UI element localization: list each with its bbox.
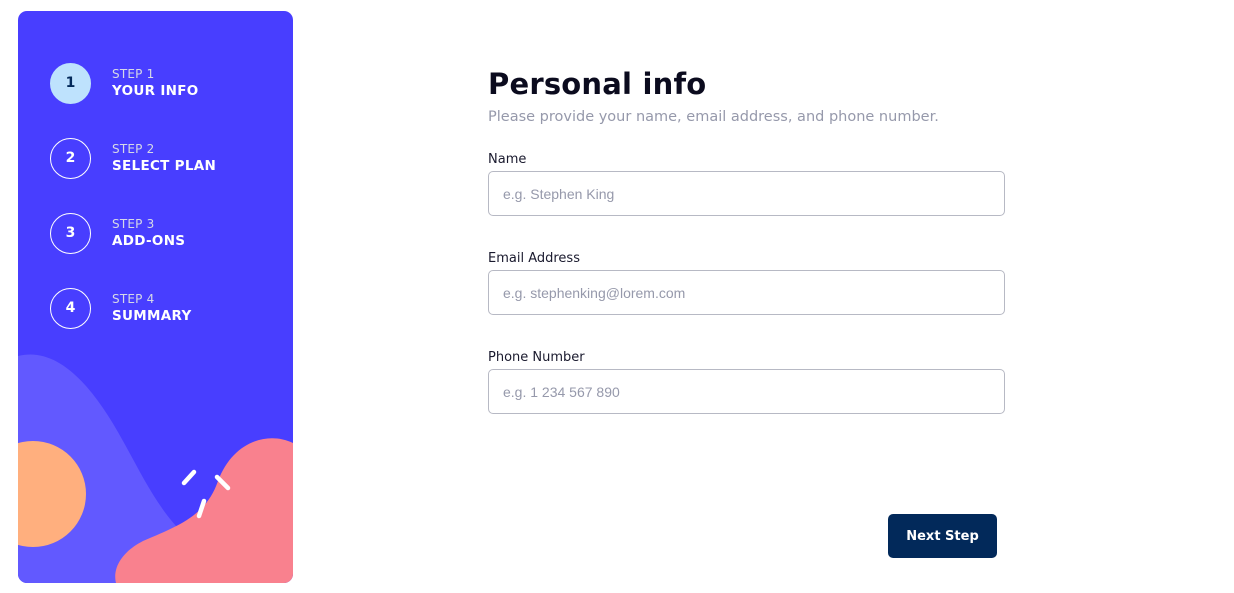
step-number-circle: 1 [50,62,91,104]
step-list: 1 STEP 1 YOUR INFO 2 STEP 2 SELECT PLAN … [50,60,216,360]
step-title: SUMMARY [112,308,192,324]
step-caption: STEP 3 [112,217,155,231]
step-title: SELECT PLAN [112,158,217,174]
next-step-button[interactable]: Next Step [888,514,997,558]
page-subtitle: Please provide your name, email address,… [488,109,939,125]
email-label: Email Address [488,251,580,266]
step-caption: STEP 1 [112,67,155,81]
step-number-circle: 3 [50,212,91,254]
step-add-ons[interactable]: 3 STEP 3 ADD-ONS [50,210,216,256]
name-input[interactable] [488,171,1005,216]
name-label: Name [488,152,527,167]
form-panel: Personal info Please provide your name, … [488,64,1006,414]
step-select-plan[interactable]: 2 STEP 2 SELECT PLAN [50,135,216,181]
step-title: ADD-ONS [112,233,186,249]
page: 1 STEP 1 YOUR INFO 2 STEP 2 SELECT PLAN … [0,0,1234,593]
email-field-group: Email Address [488,251,1006,315]
step-caption: STEP 2 [112,142,155,156]
step-number-circle: 2 [50,137,91,179]
step-caption: STEP 4 [112,292,155,306]
step-text: STEP 2 SELECT PLAN [112,141,216,175]
step-summary[interactable]: 4 STEP 4 SUMMARY [50,285,216,331]
step-title: YOUR INFO [112,83,199,99]
step-text: STEP 4 SUMMARY [112,291,192,325]
sidebar: 1 STEP 1 YOUR INFO 2 STEP 2 SELECT PLAN … [18,11,293,583]
step-your-info[interactable]: 1 STEP 1 YOUR INFO [50,60,216,106]
step-number-circle: 4 [50,287,91,329]
phone-label: Phone Number [488,350,585,365]
phone-input[interactable] [488,369,1005,414]
step-text: STEP 1 YOUR INFO [112,66,199,100]
step-text: STEP 3 ADD-ONS [112,216,185,250]
page-title: Personal info [488,67,707,101]
phone-field-group: Phone Number [488,350,1006,414]
email-input[interactable] [488,270,1005,315]
name-field-group: Name [488,152,1006,216]
